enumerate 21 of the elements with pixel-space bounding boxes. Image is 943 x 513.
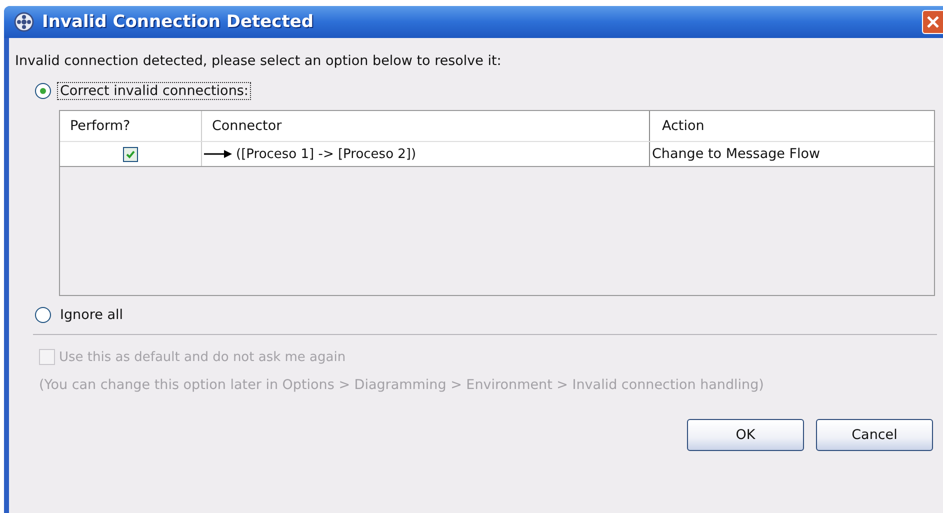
column-header[interactable]: Action xyxy=(650,111,934,141)
table-cell-text: Change to Message Flow xyxy=(651,145,822,164)
column-header[interactable]: Perform? xyxy=(60,111,202,141)
wheel-icon xyxy=(14,12,34,32)
close-icon xyxy=(926,15,940,29)
radio-button[interactable] xyxy=(35,83,51,99)
check-icon xyxy=(125,148,136,160)
radio-label[interactable]: Ignore all xyxy=(57,306,126,324)
window-title: Invalid Connection Detected xyxy=(42,12,315,32)
arrow-icon xyxy=(204,149,232,159)
checkbox-label: Use this as default and do not ask me again xyxy=(59,350,346,364)
table-cell: ([Proceso 1] -> [Proceso 2]) xyxy=(236,146,416,162)
column-header[interactable]: Connector xyxy=(202,111,650,141)
radio-label[interactable]: Correct invalid connections: xyxy=(57,82,252,100)
close-button[interactable] xyxy=(922,10,943,34)
checkbox[interactable] xyxy=(123,146,138,162)
dialog-button[interactable]: Cancel xyxy=(816,419,933,451)
message-text: Invalid connection detected, please select an option below to resolve it: xyxy=(15,52,502,71)
note-text: (You can change this option later in Options > Diagramming > Environment > Invalid connection handling) xyxy=(39,377,765,393)
dialog-button[interactable]: OK xyxy=(687,419,804,451)
radio-button[interactable] xyxy=(35,307,51,323)
